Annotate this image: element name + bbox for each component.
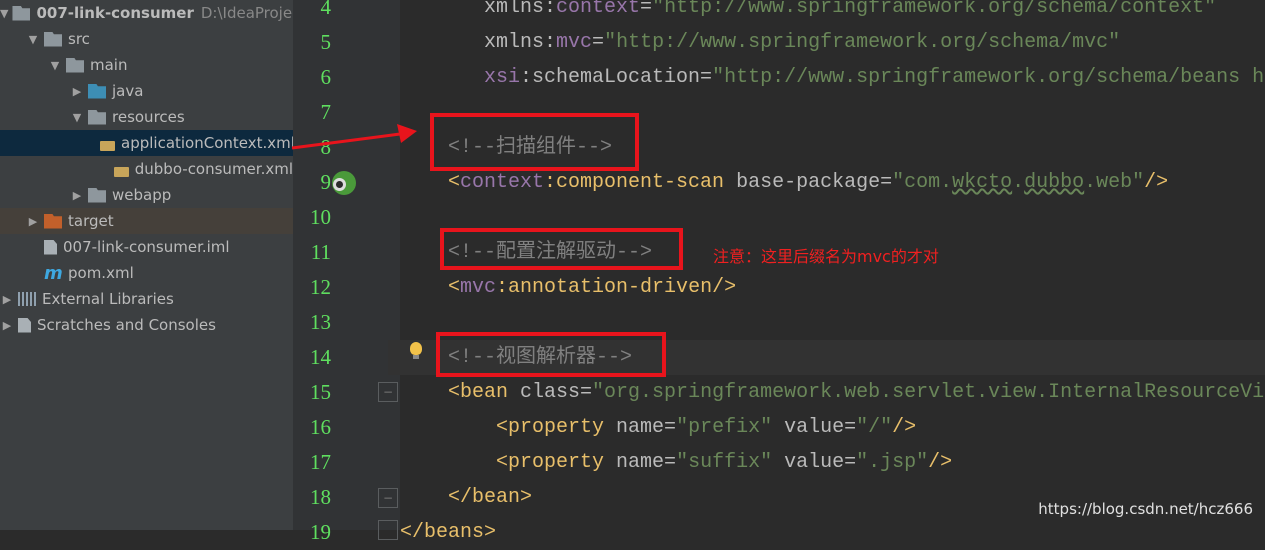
annotation-note: 注意：这里后缀名为mvc的才对 [713, 247, 939, 266]
red-arrow [291, 124, 417, 150]
watermark: https://blog.csdn.net/hcz666 [1038, 500, 1253, 518]
